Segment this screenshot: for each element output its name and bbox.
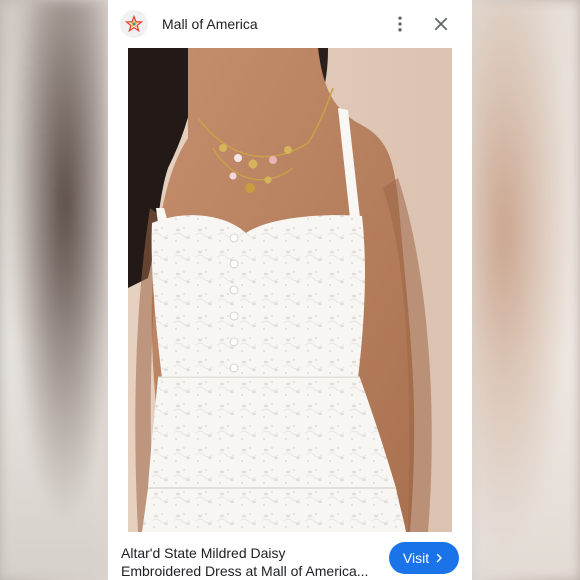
site-logo[interactable] bbox=[120, 10, 148, 38]
product-title[interactable]: Altar'd State Mildred Daisy Embroidered … bbox=[121, 544, 383, 580]
blurred-backdrop-right bbox=[472, 0, 580, 580]
viewer-backdrop: Mall of America Altar'd State Mildred Da… bbox=[0, 0, 580, 580]
chevron-right-icon bbox=[436, 553, 442, 563]
more-vert-icon bbox=[398, 16, 402, 32]
close-icon bbox=[434, 17, 448, 31]
visit-button-label: Visit bbox=[402, 550, 430, 566]
blurred-backdrop-left bbox=[0, 0, 108, 580]
visit-button[interactable]: Visit bbox=[389, 542, 459, 574]
preview-header: Mall of America bbox=[108, 0, 472, 48]
dress-photo-illustration bbox=[128, 48, 452, 532]
image-preview-card: Mall of America Altar'd State Mildred Da… bbox=[108, 0, 472, 580]
product-title-line-1: Altar'd State Mildred Daisy bbox=[121, 545, 286, 561]
close-button[interactable] bbox=[429, 12, 453, 36]
preview-footer: Altar'd State Mildred Daisy Embroidered … bbox=[108, 532, 472, 580]
site-name[interactable]: Mall of America bbox=[162, 16, 258, 32]
more-options-button[interactable] bbox=[388, 12, 412, 36]
product-image[interactable] bbox=[128, 48, 452, 532]
star-logo-icon bbox=[125, 15, 143, 33]
product-title-line-2: Embroidered Dress at Mall of America... bbox=[121, 563, 369, 579]
